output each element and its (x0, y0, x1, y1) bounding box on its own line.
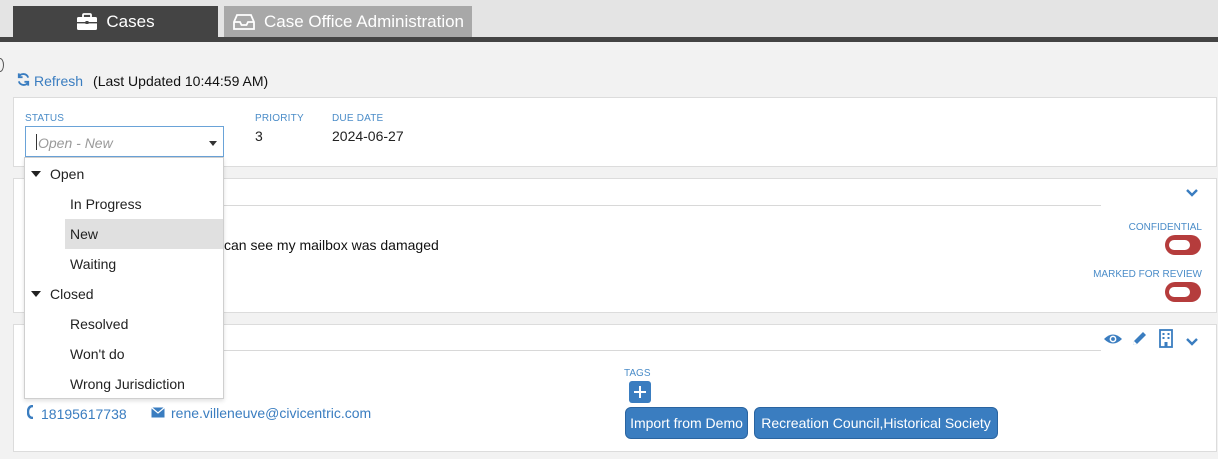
inbox-tray-icon (232, 13, 256, 31)
pencil-icon[interactable] (1130, 330, 1148, 351)
case-description: can see my mailbox was damaged (224, 237, 439, 253)
panel-header-divider (214, 205, 1101, 206)
building-icon[interactable] (1159, 329, 1173, 351)
dropdown-option-wrong-jurisdiction[interactable]: Wrong Jurisdiction (25, 369, 223, 399)
dropdown-option-resolved[interactable]: Resolved (25, 309, 223, 339)
tab-case-office-administration[interactable]: Case Office Administration (224, 6, 472, 38)
priority-value: 3 (255, 128, 263, 144)
dropdown-group-closed[interactable]: Closed (25, 279, 223, 309)
tags-label: TAGS (624, 368, 651, 379)
envelope-icon (151, 405, 165, 421)
chevron-down-icon[interactable] (1185, 185, 1199, 201)
phone-icon (26, 404, 35, 422)
option-label: New (70, 226, 99, 242)
dropdown-option-new[interactable]: New (65, 219, 223, 249)
dropdown-group-open[interactable]: Open (25, 159, 223, 189)
marked-for-review-toggle[interactable] (1165, 282, 1201, 302)
option-label: Won't do (70, 346, 125, 362)
tag-recreation-council[interactable]: Recreation Council,Historical Society (754, 407, 998, 439)
last-updated-text: (Last Updated 10:44:59 AM) (93, 73, 269, 89)
edge-fragment (0, 58, 4, 72)
due-date-label: DUE DATE (332, 113, 384, 124)
tab-cases-label: Cases (106, 12, 155, 31)
email-link[interactable]: rene.villeneuve@civicentric.com (151, 405, 371, 421)
tab-underline (0, 37, 1218, 42)
eye-icon[interactable] (1103, 332, 1123, 349)
caret-down-icon (209, 141, 217, 146)
refresh-label: Refresh (34, 73, 84, 89)
confidential-toggle[interactable] (1165, 235, 1201, 255)
tag-import-from-demo[interactable]: Import from Demo (625, 407, 748, 439)
dropdown-option-waiting[interactable]: Waiting (25, 249, 223, 279)
caret-down-icon (31, 171, 41, 177)
confidential-label: CONFIDENTIAL (1128, 222, 1202, 233)
status-select-value: Open - New (38, 135, 113, 151)
priority-label: PRIORITY (255, 113, 304, 124)
tab-cases[interactable]: Cases (13, 6, 218, 38)
toggle-knob (1169, 287, 1190, 297)
dropdown-group-label: Open (50, 166, 85, 182)
add-tag-button[interactable] (629, 381, 651, 403)
due-date-value: 2024-06-27 (332, 128, 404, 144)
option-label: Resolved (70, 316, 129, 332)
phone-number: 18195617738 (41, 405, 127, 422)
status-select[interactable]: Open - New (25, 126, 224, 157)
dropdown-group-label: Closed (50, 286, 94, 302)
refresh-button[interactable]: Refresh (16, 72, 83, 90)
status-label: STATUS (25, 113, 65, 124)
refresh-icon (16, 72, 31, 90)
briefcase-icon (76, 13, 98, 31)
caret-down-icon (31, 291, 41, 297)
toggle-knob (1169, 240, 1190, 250)
status-dropdown-menu: Open In Progress New Waiting Closed Reso… (24, 157, 224, 399)
text-cursor (36, 134, 37, 150)
option-label: Waiting (70, 256, 117, 272)
tab-admin-label: Case Office Administration (264, 12, 464, 31)
marked-for-review-label: MARKED FOR REVIEW (1093, 269, 1202, 280)
dropdown-option-in-progress[interactable]: In Progress (25, 189, 223, 219)
option-label: In Progress (70, 196, 142, 212)
phone-link[interactable]: 18195617738 (26, 404, 127, 422)
panel-header-divider (214, 350, 1101, 351)
top-tab-bar: Cases Case Office Administration (0, 0, 1218, 42)
dropdown-option-wont-do[interactable]: Won't do (25, 339, 223, 369)
email-address: rene.villeneuve@civicentric.com (171, 405, 372, 421)
chevron-down-icon[interactable] (1185, 334, 1199, 350)
option-label: Wrong Jurisdiction (70, 376, 185, 392)
refresh-row: Refresh (Last Updated 10:44:59 AM) (16, 72, 268, 90)
